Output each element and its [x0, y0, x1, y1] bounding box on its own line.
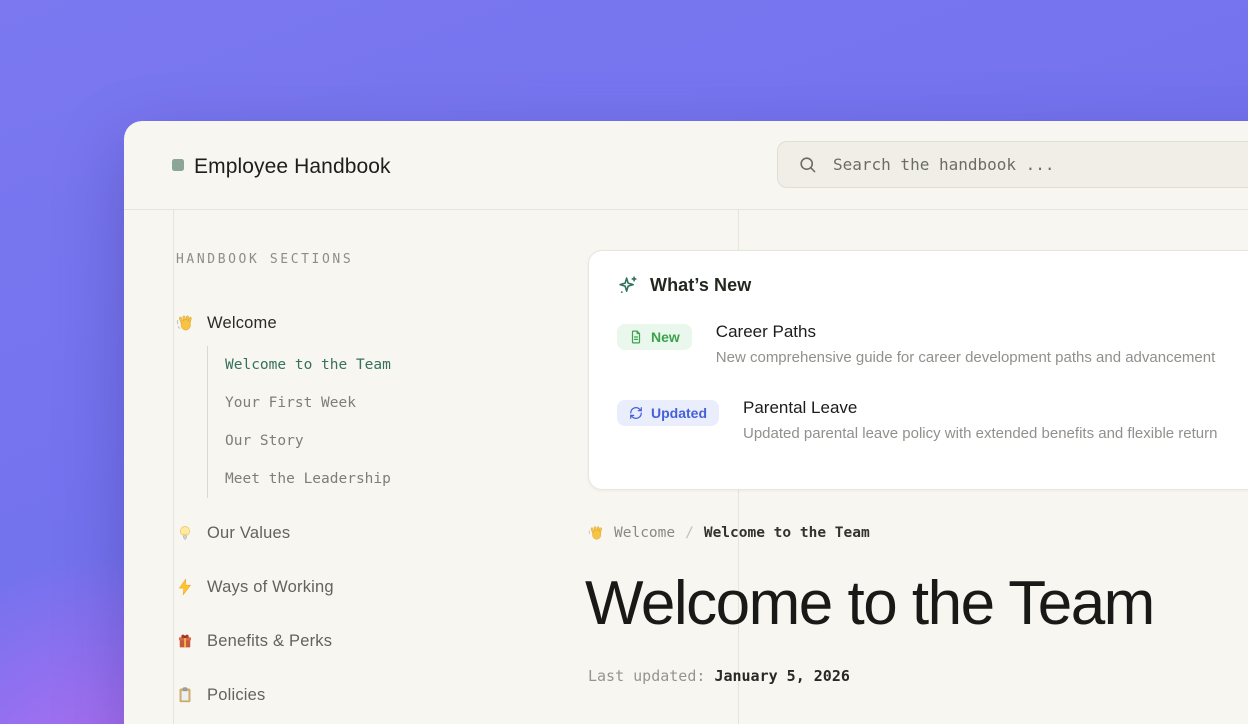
sparkles-icon — [617, 275, 638, 296]
app-title: Employee Handbook — [194, 155, 391, 179]
refresh-icon — [629, 406, 643, 420]
whats-new-entry[interactable]: New Career Paths New comprehensive guide… — [617, 322, 1248, 366]
sidebar-item-label: Welcome — [207, 314, 277, 333]
sidebar-item-our-values[interactable]: Our Values — [176, 521, 606, 545]
sidebar-item-label: Our Values — [207, 524, 290, 543]
search-box[interactable] — [777, 141, 1248, 188]
entry-title: Career Paths — [716, 322, 1215, 342]
sidebar-item-benefits-perks[interactable]: Benefits & Perks — [176, 629, 606, 653]
sidebar-item-policies[interactable]: Policies — [176, 683, 606, 707]
sidebar-subitem-meet-the-leadership[interactable]: Meet the Leadership — [225, 460, 606, 498]
breadcrumb-page: Welcome to the Team — [704, 525, 870, 541]
bolt-icon — [176, 578, 194, 596]
whats-new-entry[interactable]: Updated Parental Leave Updated parental … — [617, 398, 1248, 442]
clipboard-icon — [176, 686, 194, 704]
file-text-icon — [629, 330, 643, 344]
sidebar-subitem-our-story[interactable]: Our Story — [225, 422, 606, 460]
whats-new-title: What’s New — [650, 275, 751, 296]
sidebar-section-label: HANDBOOK SECTIONS — [176, 252, 353, 267]
sidebar-sublist-welcome: Welcome to the Team Your First Week Our … — [207, 346, 606, 498]
wave-icon — [176, 314, 194, 332]
sidebar-subitem-your-first-week[interactable]: Your First Week — [225, 384, 606, 422]
sidebar-item-label: Policies — [207, 686, 265, 705]
breadcrumb-separator: / — [685, 525, 694, 541]
search-input[interactable] — [833, 155, 1248, 174]
search-icon — [798, 155, 817, 174]
updated-badge: Updated — [617, 400, 719, 426]
breadcrumb: Welcome / Welcome to the Team — [588, 525, 870, 541]
sidebar-subitem-welcome-to-the-team[interactable]: Welcome to the Team — [225, 346, 606, 384]
sidebar-left-rule — [173, 210, 174, 724]
app-header: Employee Handbook — [124, 121, 1248, 210]
page-title: Welcome to the Team — [585, 571, 1154, 636]
new-badge: New — [617, 324, 692, 350]
entry-description: New comprehensive guide for career devel… — [716, 349, 1215, 366]
wave-icon — [588, 525, 604, 541]
whats-new-card: What’s New New Career Paths New comprehe… — [588, 250, 1248, 490]
app-window: Employee Handbook HANDBOOK SECTIONS — [124, 121, 1248, 724]
bulb-icon — [176, 524, 194, 542]
sidebar-item-ways-of-working[interactable]: Ways of Working — [176, 575, 606, 599]
last-updated-line: Last updated: January 5, 2026 — [588, 667, 850, 685]
logo-mark-icon — [172, 159, 184, 171]
gift-icon — [176, 632, 194, 650]
sidebar-item-welcome[interactable]: Welcome — [176, 311, 606, 335]
sidebar-nav: Welcome Welcome to the Team Your First W… — [176, 311, 606, 707]
sidebar-item-label: Benefits & Perks — [207, 632, 332, 651]
breadcrumb-section[interactable]: Welcome — [614, 525, 675, 541]
sidebar-item-label: Ways of Working — [207, 578, 334, 597]
last-updated-value: January 5, 2026 — [714, 667, 849, 685]
entry-description: Updated parental leave policy with exten… — [743, 425, 1217, 442]
last-updated-label: Last updated: — [588, 667, 705, 685]
entry-title: Parental Leave — [743, 398, 1217, 418]
